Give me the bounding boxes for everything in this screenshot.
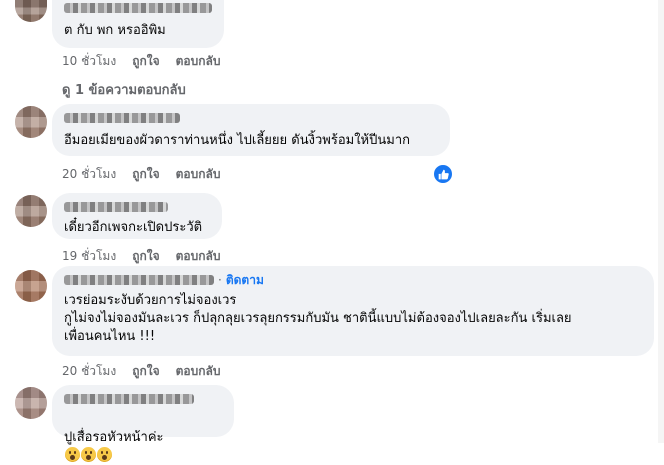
follow-link[interactable]: ติดตาม bbox=[226, 271, 264, 290]
author-name[interactable] bbox=[64, 199, 210, 215]
avatar[interactable] bbox=[15, 195, 47, 227]
comment-bubble: เดี๋ยวอีกเพจกะเปิดประวัติ bbox=[52, 193, 222, 239]
reply-link[interactable]: ตอบกลับ bbox=[176, 165, 221, 184]
comment-actions: 19 ชั่วโมง ถูกใจ ตอบกลับ bbox=[62, 247, 220, 266]
like-link[interactable]: ถูกใจ bbox=[132, 247, 159, 266]
separator-dot: · bbox=[218, 273, 222, 287]
like-reaction-badge[interactable] bbox=[432, 163, 454, 185]
shocked-face-emoji-icon bbox=[65, 447, 80, 462]
comment-text: อีมอยเมียของผัวดาราท่านหนึ่ง ไปเลี้ยยย ด… bbox=[64, 133, 410, 148]
like-link[interactable]: ถูกใจ bbox=[132, 362, 159, 381]
author-name[interactable]: · ติดตาม bbox=[64, 272, 642, 288]
shocked-face-emoji-icon bbox=[97, 447, 112, 462]
timestamp[interactable]: 20 ชั่วโมง bbox=[62, 165, 116, 184]
comment-text: เดี๋ยวอีกเพจกะเปิดประวัติ bbox=[64, 220, 203, 235]
comment-bubble: ปูเสื่อรอหัวหน้าค่ะ bbox=[52, 385, 234, 462]
reply-link[interactable]: ตอบกลับ bbox=[176, 52, 221, 71]
avatar[interactable] bbox=[15, 106, 47, 138]
comment-text: ต กับ พก หรออิพิม bbox=[64, 23, 166, 38]
reply-link[interactable]: ตอบกลับ bbox=[176, 362, 221, 381]
timestamp[interactable]: 10 ชั่วโมง bbox=[62, 52, 116, 71]
shocked-face-emoji-icon bbox=[81, 447, 96, 462]
comment-actions: 20 ชั่วโมง ถูกใจ ตอบกลับ bbox=[62, 165, 220, 184]
comment-actions: 20 ชั่วโมง ถูกใจ ตอบกลับ bbox=[62, 362, 220, 381]
comment-actions: 10 ชั่วโมง ถูกใจ ตอบกลับ bbox=[62, 52, 220, 71]
comment-bubble: ต กับ พก หรออิพิม bbox=[52, 0, 224, 48]
comment-text: ปูเสื่อรอหัวหน้าค่ะ bbox=[64, 411, 222, 465]
avatar[interactable] bbox=[15, 387, 47, 419]
comment-bubble: · ติดตาม เวรย่อมระงับด้วยการไม่จองเวร กู… bbox=[52, 266, 654, 356]
avatar[interactable] bbox=[15, 0, 47, 22]
timestamp[interactable]: 19 ชั่วโมง bbox=[62, 247, 116, 266]
author-name[interactable] bbox=[64, 391, 222, 407]
reply-link[interactable]: ตอบกลับ bbox=[176, 247, 221, 266]
avatar[interactable] bbox=[15, 270, 47, 302]
like-link[interactable]: ถูกใจ bbox=[132, 165, 159, 184]
view-replies-link[interactable]: ดู 1 ข้อความตอบกลับ bbox=[62, 79, 186, 100]
comment-text: เวรย่อมระงับด้วยการไม่จองเวร กูไม่จงไม่จ… bbox=[64, 293, 572, 344]
author-name[interactable] bbox=[64, 110, 438, 126]
thumbs-up-icon bbox=[438, 169, 449, 179]
timestamp[interactable]: 20 ชั่วโมง bbox=[62, 362, 116, 381]
like-link[interactable]: ถูกใจ bbox=[132, 52, 159, 71]
scrollbar-track[interactable] bbox=[658, 0, 664, 443]
comment-bubble: อีมอยเมียของผัวดาราท่านหนึ่ง ไปเลี้ยยย ด… bbox=[52, 104, 450, 156]
author-name[interactable] bbox=[64, 0, 212, 16]
